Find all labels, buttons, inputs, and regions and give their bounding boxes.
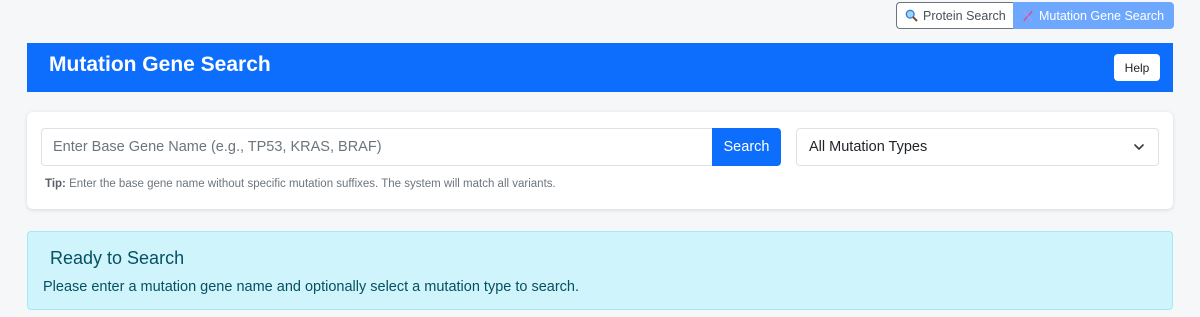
page-title: Mutation Gene Search xyxy=(49,53,271,76)
tip-text: Enter the base gene name without specifi… xyxy=(65,178,556,190)
magnifier-icon xyxy=(905,9,918,22)
search-tip: Tip: Enter the base gene name without sp… xyxy=(45,178,556,190)
tip-label: Tip: xyxy=(45,178,66,190)
chevron-down-icon xyxy=(1133,141,1145,153)
mutation-gene-search-button[interactable]: Mutation Gene Search xyxy=(1013,2,1174,29)
protein-search-button[interactable]: Protein Search xyxy=(896,2,1013,29)
gene-name-input[interactable] xyxy=(41,128,713,166)
search-mode-toggle: Protein Search Mutation Gene Search xyxy=(896,2,1174,29)
mutation-gene-search-label: Mutation Gene Search xyxy=(1039,8,1165,23)
dna-icon xyxy=(1022,10,1034,22)
page-header: Mutation Gene Search Help xyxy=(27,43,1173,92)
protein-search-label: Protein Search xyxy=(923,8,1006,23)
status-message: Please enter a mutation gene name and op… xyxy=(43,279,580,295)
search-card: Search All Mutation Types Tip: Enter the… xyxy=(27,112,1173,209)
mutation-type-selected: All Mutation Types xyxy=(809,139,928,155)
help-button[interactable]: Help xyxy=(1114,54,1160,81)
mutation-type-select[interactable]: All Mutation Types xyxy=(796,128,1159,166)
status-title: Ready to Search xyxy=(50,248,185,268)
search-button[interactable]: Search xyxy=(712,128,781,166)
status-alert: Ready to Search Please enter a mutation … xyxy=(27,231,1173,310)
